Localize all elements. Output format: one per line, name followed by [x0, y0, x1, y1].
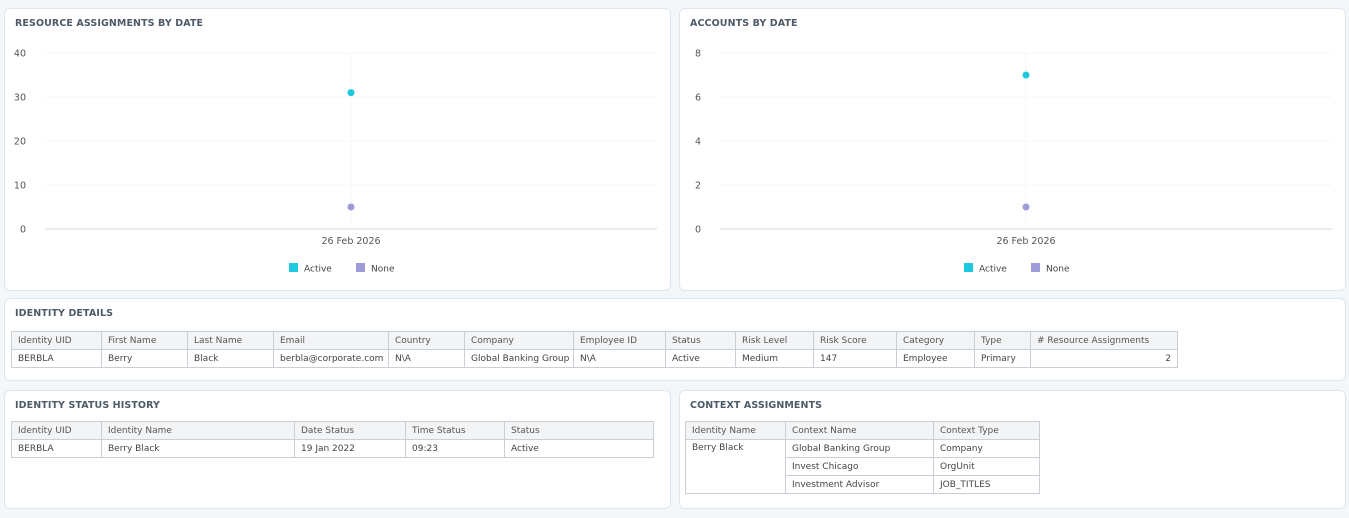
- table-cell: berbla@corporate.com: [273, 349, 389, 368]
- panel-title: IDENTITY DETAILS: [15, 308, 114, 319]
- data-point-none[interactable]: [1022, 203, 1030, 211]
- y-tick-label: 30: [14, 93, 26, 104]
- legend-label[interactable]: None: [371, 265, 395, 275]
- table-cell: Black: [187, 349, 274, 368]
- table-cell: 147: [813, 349, 897, 368]
- table-header-row: Identity UID Identity Name Date Status Time…: [11, 421, 654, 440]
- table-row[interactable]: Berry Black Global Banking Group Company: [685, 439, 1040, 494]
- context-assignments-panel: CONTEXT ASSIGNMENTS Identity Name Context…: [679, 390, 1346, 509]
- y-tick-label: 40: [14, 49, 26, 60]
- column-header[interactable]: Category: [896, 331, 975, 350]
- column-header[interactable]: Context Name: [785, 421, 934, 440]
- column-header[interactable]: Identity Name: [685, 421, 786, 440]
- column-header[interactable]: First Name: [101, 331, 188, 350]
- column-header[interactable]: Identity UID: [11, 421, 102, 440]
- table-cell: JOB_TITLES: [933, 475, 1040, 494]
- y-tick-label: 20: [14, 137, 26, 148]
- y-tick-label: 6: [695, 93, 701, 104]
- legend-swatch: [356, 263, 365, 272]
- table-cell: Berry Black: [685, 439, 786, 494]
- column-header[interactable]: Status: [665, 331, 736, 350]
- table-cell: 09:23: [405, 439, 505, 458]
- column-header[interactable]: Risk Level: [735, 331, 814, 350]
- column-header[interactable]: Email: [273, 331, 389, 350]
- data-point-active[interactable]: [347, 89, 355, 97]
- column-header[interactable]: Last Name: [187, 331, 274, 350]
- identity-status-history-panel: IDENTITY STATUS HISTORY Identity UID Iden…: [4, 390, 671, 509]
- x-tick-label: 26 Feb 2026: [996, 236, 1055, 247]
- column-header[interactable]: Status: [504, 421, 654, 440]
- column-header[interactable]: Identity UID: [11, 331, 102, 350]
- context-assignments-table: Identity Name Context Name Context Type Be…: [685, 421, 1040, 494]
- table-cell: Berry: [101, 349, 188, 368]
- panel-title: IDENTITY STATUS HISTORY: [15, 400, 160, 411]
- table-cell: Primary: [974, 349, 1031, 368]
- accounts-panel: ACCOUNTS BY DATE 0 2 4 6 8 26 Feb 2026 Active N…: [679, 8, 1346, 291]
- y-tick-label: 0: [695, 225, 701, 236]
- legend-label[interactable]: None: [1046, 265, 1070, 275]
- data-point-none[interactable]: [347, 203, 355, 211]
- panel-title: CONTEXT ASSIGNMENTS: [690, 400, 823, 411]
- table-cell: Active: [665, 349, 736, 368]
- resource-assignments-panel: RESOURCE ASSIGNMENTS BY DATE 0 10 20 30 40 26…: [4, 8, 671, 291]
- legend-label[interactable]: Active: [979, 265, 1007, 275]
- y-tick-label: 4: [695, 137, 701, 148]
- data-point-active[interactable]: [1022, 71, 1030, 79]
- accounts-chart: 0 2 4 6 8 26 Feb 2026 Active None: [695, 49, 1332, 275]
- column-header[interactable]: Risk Score: [813, 331, 897, 350]
- table-header-row: Identity UID First Name Last Name Email Coun…: [11, 331, 1178, 350]
- table-cell: Global Banking Group: [785, 439, 934, 458]
- table-cell: N\A: [388, 349, 465, 368]
- table-cell: BERBLA: [11, 439, 102, 458]
- legend-swatch: [964, 263, 973, 272]
- column-header[interactable]: # Resource Assignments: [1030, 331, 1178, 350]
- column-header[interactable]: Employee ID: [573, 331, 666, 350]
- column-header[interactable]: Identity Name: [101, 421, 295, 440]
- column-header[interactable]: Context Type: [933, 421, 1040, 440]
- table-cell: Investment Advisor: [785, 475, 934, 494]
- table-cell: BERBLA: [11, 349, 102, 368]
- identity-details-panel: IDENTITY DETAILS Identity UID First Name L…: [4, 298, 1346, 381]
- table-cell: N\A: [573, 349, 666, 368]
- table-cell: Berry Black: [101, 439, 295, 458]
- legend-swatch: [1031, 263, 1040, 272]
- table-cell: OrgUnit: [933, 457, 1040, 476]
- table-row[interactable]: BERBLA Berry Black 19 Jan 2022 09:23 Active: [11, 439, 654, 458]
- column-header[interactable]: Type: [974, 331, 1031, 350]
- y-tick-label: 0: [20, 225, 26, 236]
- table-cell: Invest Chicago: [785, 457, 934, 476]
- resource-assignments-chart: 0 10 20 30 40 26 Feb 2026 Active None: [14, 49, 657, 275]
- table-cell: Company: [933, 439, 1040, 458]
- table-cell: 2: [1030, 349, 1178, 368]
- table-header-row: Identity Name Context Name Context Type: [685, 421, 1040, 440]
- table-row[interactable]: BERBLA Berry Black berbla@corporate.com N\A G…: [11, 349, 1178, 368]
- y-tick-label: 2: [695, 181, 701, 192]
- table-cell: Employee: [896, 349, 975, 368]
- y-tick-label: 8: [695, 49, 701, 60]
- table-cell: Medium: [735, 349, 814, 368]
- y-tick-label: 10: [14, 181, 26, 192]
- column-header[interactable]: Country: [388, 331, 465, 350]
- x-tick-label: 26 Feb 2026: [321, 236, 380, 247]
- table-cell: 19 Jan 2022: [294, 439, 406, 458]
- column-header[interactable]: Date Status: [294, 421, 406, 440]
- legend-label[interactable]: Active: [304, 265, 332, 275]
- column-header[interactable]: Time Status: [405, 421, 505, 440]
- column-header[interactable]: Company: [464, 331, 574, 350]
- table-cell: Active: [504, 439, 654, 458]
- identity-details-table: Identity UID First Name Last Name Email Coun…: [11, 331, 1178, 368]
- legend-swatch: [289, 263, 298, 272]
- table-cell: Global Banking Group: [464, 349, 574, 368]
- status-history-table: Identity UID Identity Name Date Status Time…: [11, 421, 654, 458]
